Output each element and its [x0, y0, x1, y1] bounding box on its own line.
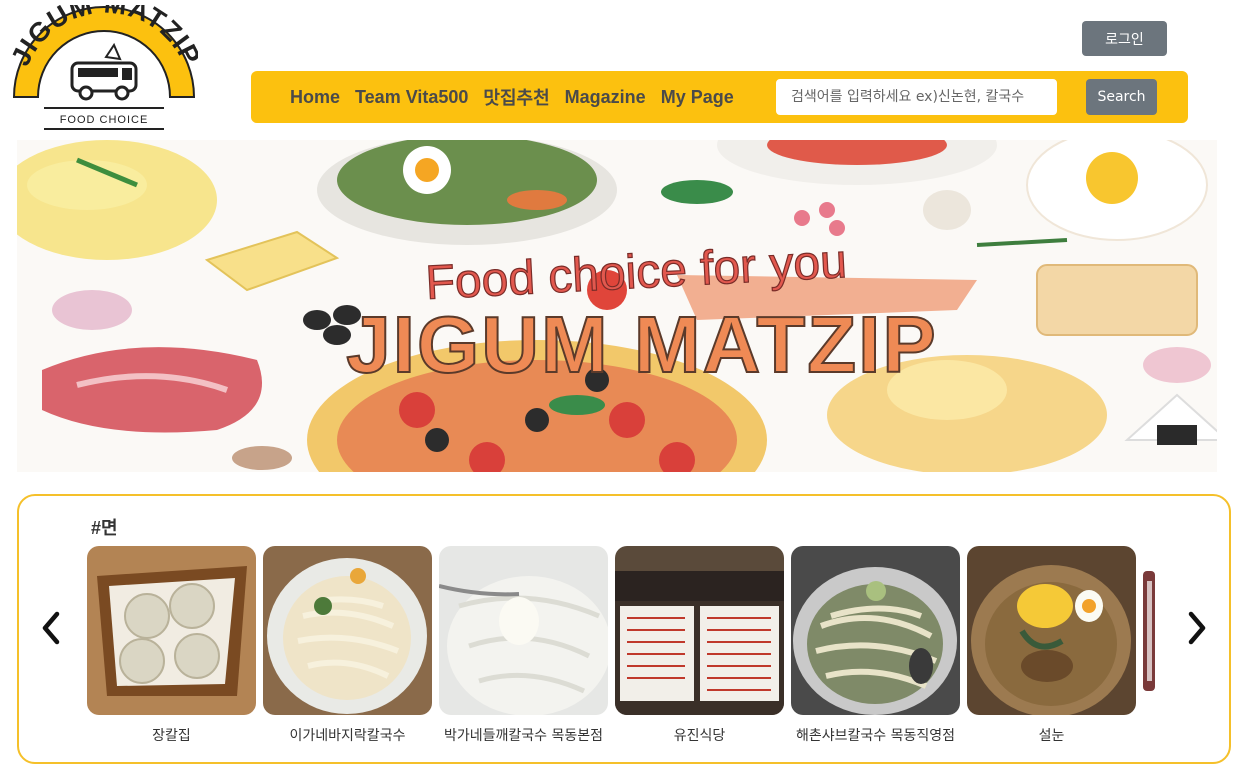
banner-title: JIGUM MATZIP: [346, 300, 937, 389]
site-logo[interactable]: JIGUM MATZIP FOOD CHOICE: [10, 5, 198, 133]
nav-home[interactable]: Home: [290, 87, 340, 108]
restaurant-photo: [439, 546, 608, 715]
section-title: #면: [91, 518, 118, 538]
restaurant-card[interactable]: 이가네바지락칼국수: [263, 546, 432, 745]
noodle-carousel: #면 장칼집 이가네바지락칼국수 박가네들깨칼국수 목동본점 유진식당 해촌샤브…: [17, 494, 1231, 764]
restaurant-name: 유진식당: [673, 728, 726, 744]
logo-bottom-text: FOOD CHOICE: [60, 114, 149, 126]
restaurant-card[interactable]: 유진식당: [615, 546, 784, 745]
food-illustration: Food choice for you JIGUM MATZIP: [17, 140, 1217, 472]
food-truck-logo-icon: JIGUM MATZIP FOOD CHOICE: [10, 5, 198, 130]
carousel-next-button[interactable]: [1183, 608, 1211, 648]
chevron-right-icon: [1188, 611, 1206, 645]
restaurant-name: 박가네들깨칼국수 목동본점: [443, 728, 603, 744]
restaurant-card[interactable]: 설눈: [967, 546, 1136, 745]
carousel-prev-button[interactable]: [37, 608, 65, 648]
restaurant-card[interactable]: 장칼집: [87, 546, 256, 745]
restaurant-card[interactable]: 박가네들깨칼국수 목동본점: [439, 546, 608, 745]
restaurant-photo: [263, 546, 432, 715]
restaurant-photo: [967, 546, 1136, 715]
restaurant-photo: [791, 546, 960, 715]
login-button[interactable]: 로그인: [1082, 21, 1167, 56]
nav-recommend[interactable]: 맛집추천: [483, 84, 549, 110]
hero-banner: Food choice for you JIGUM MATZIP: [17, 140, 1217, 472]
main-navbar: Home Team Vita500 맛집추천 Magazine My Page …: [251, 71, 1188, 123]
restaurant-photo: [615, 546, 784, 715]
search-input[interactable]: [776, 79, 1057, 115]
restaurant-name: 장칼집: [152, 728, 191, 744]
restaurant-card[interactable]: 해촌샤브칼국수 목동직영점: [791, 546, 960, 745]
restaurant-name: 설눈: [1038, 728, 1065, 744]
search-button[interactable]: Search: [1086, 79, 1157, 115]
restaurant-name: 이가네바지락칼국수: [289, 728, 406, 744]
chevron-left-icon: [42, 611, 60, 645]
nav-mypage[interactable]: My Page: [661, 87, 734, 108]
nav-magazine[interactable]: Magazine: [565, 87, 646, 108]
restaurant-card-partial[interactable]: [1143, 546, 1171, 715]
restaurant-name: 해촌샤브칼국수 목동직영점: [795, 728, 955, 744]
nav-links: Home Team Vita500 맛집추천 Magazine My Page: [251, 71, 749, 123]
restaurant-photo: [87, 546, 256, 715]
nav-team[interactable]: Team Vita500: [355, 87, 468, 108]
carousel-track: 장칼집 이가네바지락칼국수 박가네들깨칼국수 목동본점 유진식당 해촌샤브칼국수…: [87, 546, 1171, 746]
